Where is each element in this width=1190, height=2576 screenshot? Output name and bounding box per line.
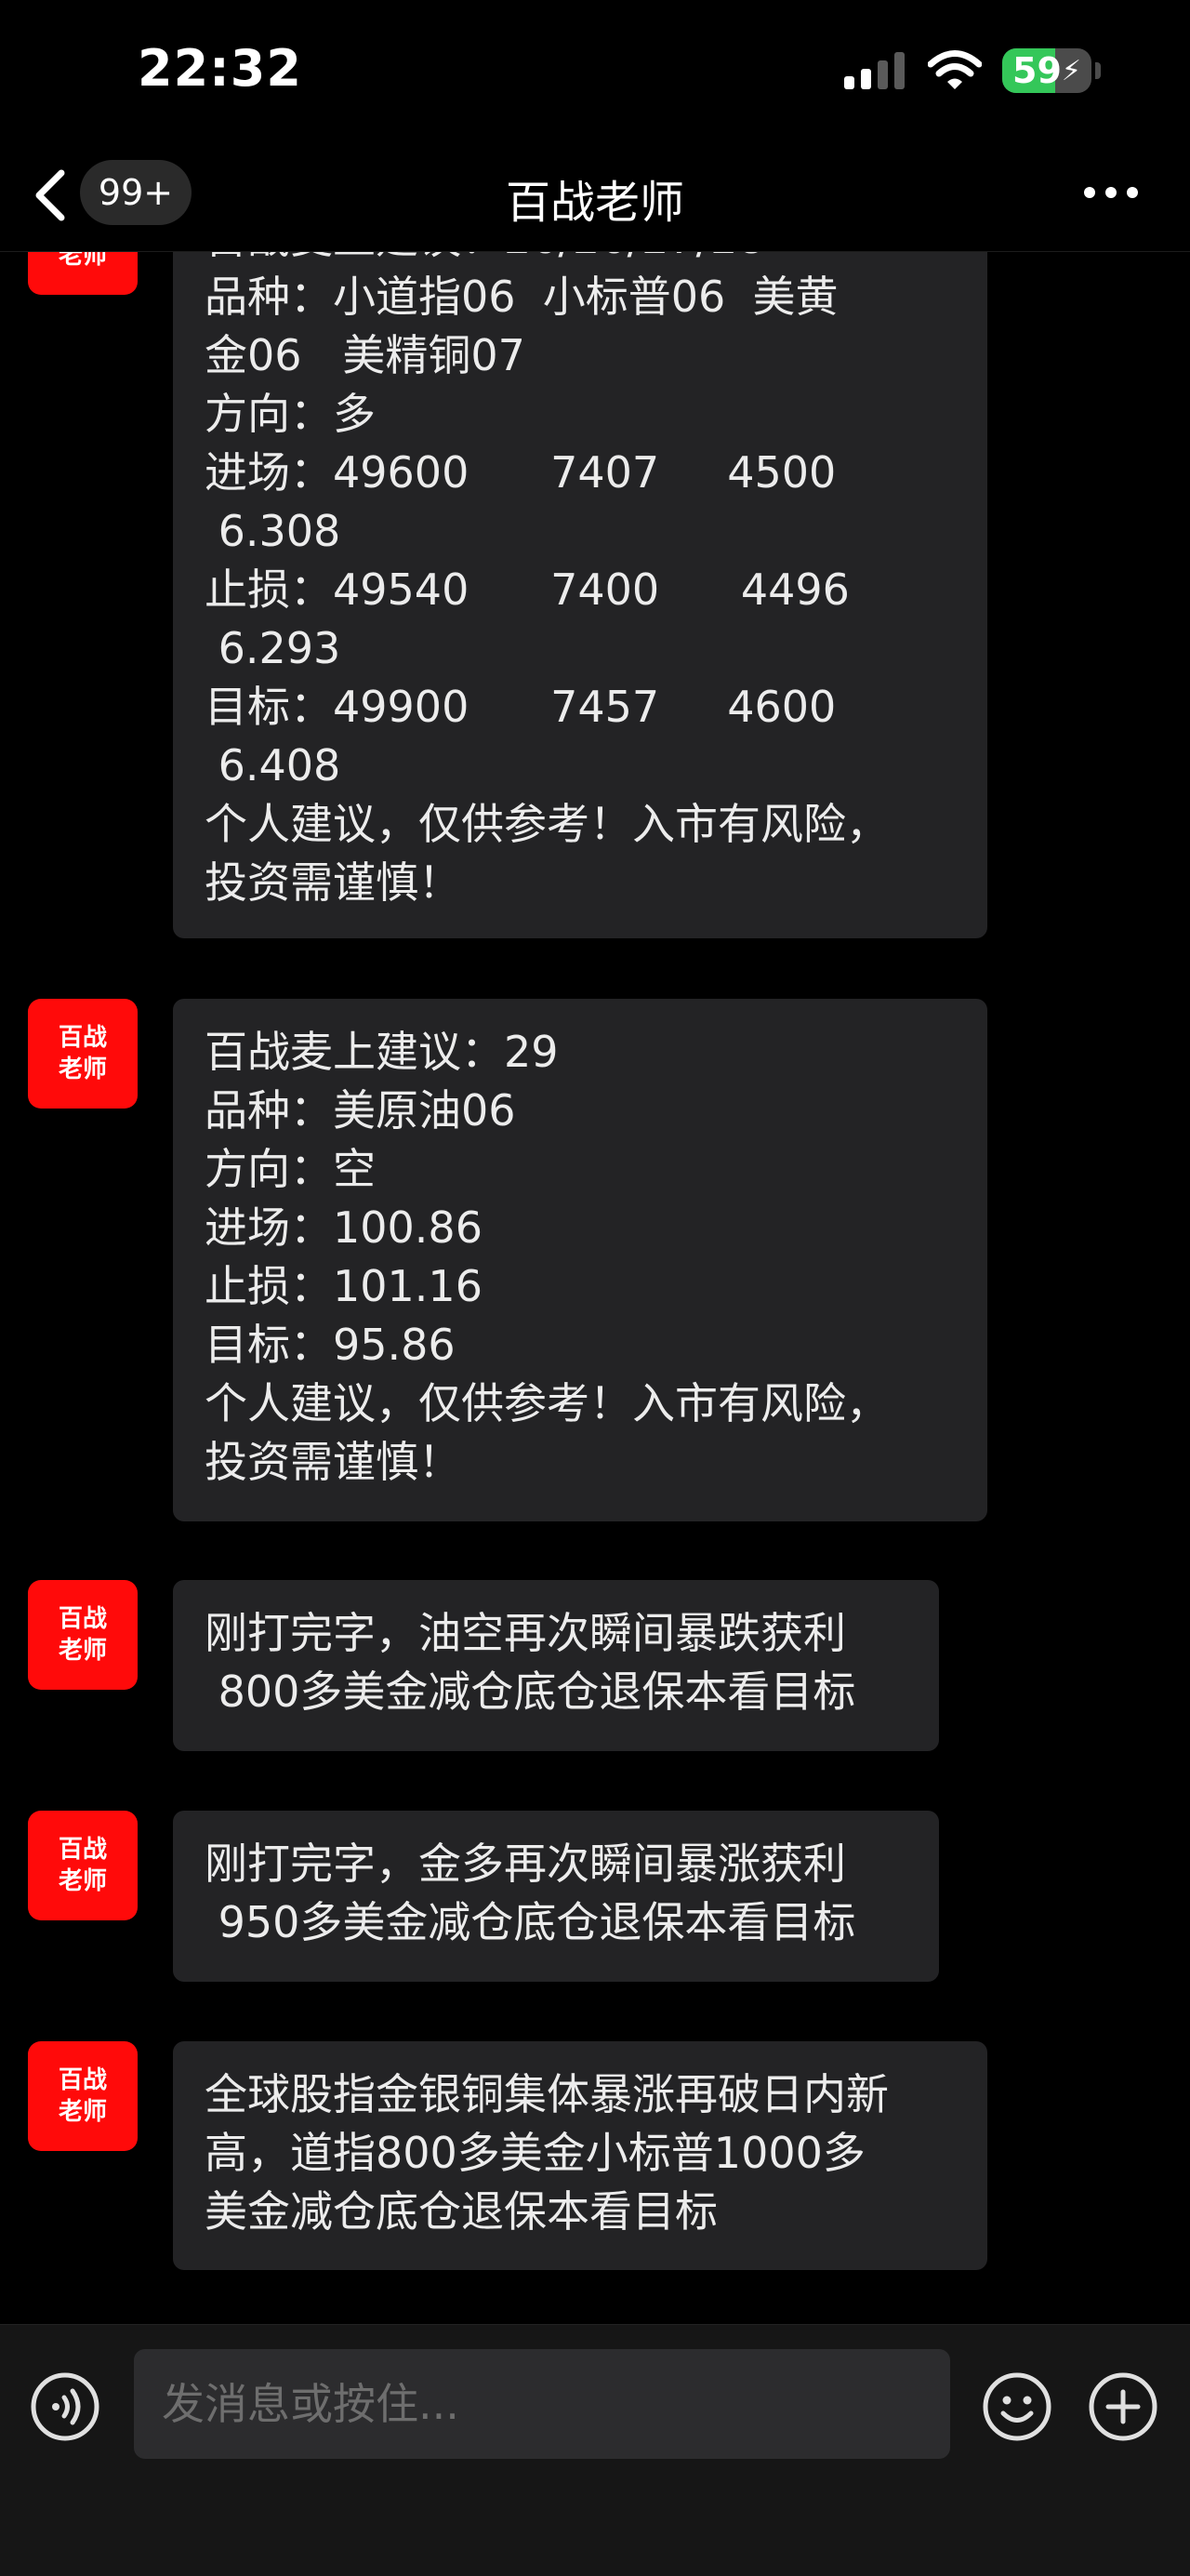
- wifi-icon: [928, 50, 982, 89]
- sender-avatar[interactable]: 百战 老师: [28, 999, 138, 1109]
- message-line: 止损：101.16: [205, 1261, 483, 1311]
- more-options-icon[interactable]: [1082, 179, 1140, 206]
- message-line: 目标：95.86: [205, 1320, 456, 1370]
- chat-message-list[interactable]: 百战 老师 百战麦上建议：26/26/27/28 品种：小道指06 小标普06 …: [0, 252, 1190, 2324]
- battery-level: 59 ⚡: [1012, 50, 1081, 91]
- sender-avatar[interactable]: 百战 老师: [28, 1580, 138, 1690]
- nav-bar: 99+ 百战老师: [0, 139, 1190, 252]
- message-line: 投资需谨慎！: [205, 857, 461, 908]
- sender-avatar[interactable]: 百战 老师: [28, 252, 138, 295]
- message-line: 百战麦上建议：26/26/27/28: [205, 252, 958, 268]
- message-bubble[interactable]: 百战麦上建议：29 品种：美原油06 方向：空 进场：100.86 止损：101…: [173, 999, 987, 1521]
- voice-input-icon[interactable]: [30, 2371, 100, 2442]
- message-line: 百战麦上建议：29: [205, 1027, 559, 1077]
- chat-title: 百战老师: [505, 177, 684, 229]
- message-line: 金06 美精铜07: [205, 330, 525, 380]
- message-input-bar: [0, 2324, 1190, 2576]
- sender-avatar[interactable]: 百战 老师: [28, 1811, 138, 1920]
- battery-cap: [1095, 62, 1101, 79]
- message-line: 刚打完字，金多再次瞬间暴涨获利: [205, 1839, 846, 1889]
- message-line: 进场：49600 7407 4500: [205, 447, 837, 498]
- message-bubble[interactable]: 刚打完字，金多再次瞬间暴涨获利 950多美金减仓底仓退保本看目标: [173, 1811, 939, 1982]
- emoji-icon[interactable]: [982, 2371, 1052, 2442]
- message-line: 6.308: [205, 506, 341, 556]
- message-bubble[interactable]: 百战麦上建议：26/26/27/28 品种：小道指06 小标普06 美黄 金06…: [173, 252, 987, 938]
- message-line: 方向：空: [205, 1144, 376, 1194]
- message-bubble[interactable]: 刚打完字，油空再次瞬间暴跌获利 800多美金减仓底仓退保本看目标: [173, 1580, 939, 1751]
- message-line: 高，道指800多美金小标普1000多: [205, 2128, 866, 2178]
- status-time: 22:32: [138, 39, 302, 98]
- message-line: 止损：49540 7400 4496: [205, 564, 850, 615]
- message-line: 方向：多: [205, 389, 376, 439]
- message-line: 个人建议，仅供参考！入市有风险，: [205, 1378, 889, 1428]
- message-line: 个人建议，仅供参考！入市有风险，: [205, 799, 889, 849]
- message-line: 品种：小道指06 小标普06 美黄: [205, 272, 839, 322]
- message-line: 6.408: [205, 740, 341, 790]
- message-line: 美金减仓底仓退保本看目标: [205, 2186, 718, 2237]
- message-line: 950多美金减仓底仓退保本看目标: [205, 1897, 856, 1947]
- cellular-signal-icon: [844, 52, 905, 89]
- message-line: 目标：49900 7457 4600: [205, 682, 837, 732]
- message-line: 品种：美原油06: [205, 1085, 516, 1135]
- message-line: 800多美金减仓底仓退保本看目标: [205, 1666, 856, 1717]
- status-icons: 59 ⚡: [844, 46, 1101, 95]
- add-more-icon[interactable]: [1088, 2371, 1158, 2442]
- message-input[interactable]: [134, 2349, 950, 2459]
- message-line: 全球股指金银铜集体暴涨再破日内新: [205, 2069, 889, 2119]
- message-line: 投资需谨慎！: [205, 1437, 461, 1487]
- sender-avatar[interactable]: 百战 老师: [28, 2041, 138, 2151]
- status-bar: 22:32 59 ⚡: [0, 0, 1190, 139]
- charging-bolt-icon: ⚡: [1061, 54, 1081, 87]
- message-bubble[interactable]: 全球股指金银铜集体暴涨再破日内新 高，道指800多美金小标普1000多 美金减仓…: [173, 2041, 987, 2270]
- message-line: 刚打完字，油空再次瞬间暴跌获利: [205, 1608, 846, 1658]
- message-line: 6.293: [205, 623, 341, 673]
- battery-icon: 59 ⚡: [1002, 48, 1091, 93]
- message-line: 进场：100.86: [205, 1202, 483, 1253]
